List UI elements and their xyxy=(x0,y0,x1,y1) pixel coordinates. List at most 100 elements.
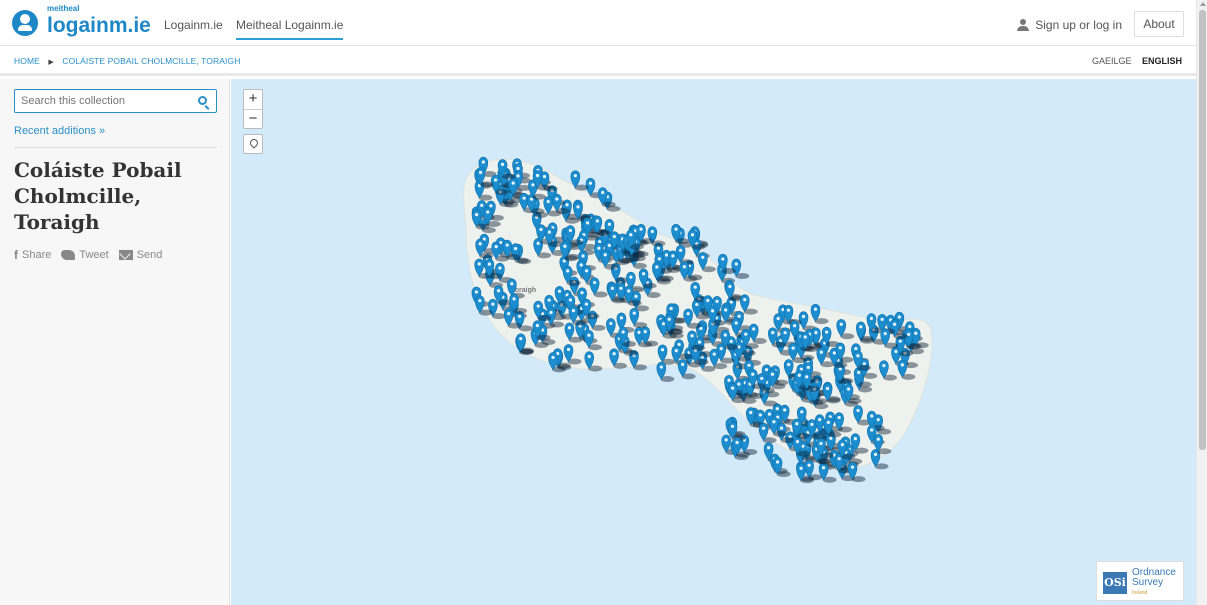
marker-dot xyxy=(697,340,702,344)
send-label: Send xyxy=(136,249,163,261)
marker-dot xyxy=(607,222,612,226)
marker-dot xyxy=(870,414,874,418)
map-view[interactable]: Toraigh Toraigh + − OSi Ordnance Survey … xyxy=(231,79,1196,605)
marker-dot xyxy=(549,310,553,315)
marker-dot xyxy=(821,466,826,470)
marker-dot xyxy=(659,365,663,369)
search-box xyxy=(14,89,217,113)
marker-dot xyxy=(551,355,555,360)
share-mail-button[interactable]: Send xyxy=(118,249,163,261)
marker-dot xyxy=(770,372,775,376)
marker-dot xyxy=(576,205,580,209)
marker-dot xyxy=(660,348,665,352)
marker-dot xyxy=(571,309,576,313)
marker-dot xyxy=(494,245,498,249)
marker-dot xyxy=(686,312,690,316)
marker-dot xyxy=(730,386,735,390)
scrollbar-thumb[interactable] xyxy=(1199,10,1206,450)
marker-dot xyxy=(612,234,616,239)
nav-link-logainm[interactable]: Logainm.ie xyxy=(164,18,223,32)
breadcrumb-home[interactable]: HOME xyxy=(14,56,40,66)
sign-in-label: Sign up or log in xyxy=(1035,18,1122,32)
marker-dot xyxy=(609,321,613,326)
marker-dot xyxy=(494,178,498,182)
scroll-up-icon[interactable] xyxy=(1200,2,1206,6)
marker-dot xyxy=(787,362,791,367)
search-icon[interactable] xyxy=(198,96,207,105)
recent-additions-link[interactable]: Recent additions » xyxy=(14,125,105,137)
marker-dot xyxy=(587,333,591,337)
marker-dot xyxy=(752,327,756,331)
marker-dot xyxy=(799,466,803,470)
marker-dot xyxy=(779,426,784,430)
marker-dot xyxy=(546,199,550,204)
marker-dot xyxy=(516,166,520,171)
osi-attribution[interactable]: OSi Ordnance Survey Ireland xyxy=(1096,561,1184,601)
breadcrumb-bar: HOME ▶ COLÁISTE POBAIL CHOLMCILLE, TORAI… xyxy=(0,46,1196,76)
page-scrollbar[interactable] xyxy=(1196,0,1207,605)
marker-dot xyxy=(505,243,509,247)
osi-line-2: Survey xyxy=(1132,577,1164,588)
marker-dot xyxy=(734,321,738,325)
lang-english[interactable]: ENGLISH xyxy=(1142,56,1182,66)
marker-dot xyxy=(857,370,861,375)
logo-user-icon xyxy=(12,10,38,36)
sidebar: Recent additions » Coláiste Pobail Cholm… xyxy=(0,79,230,605)
zoom-out-button[interactable]: − xyxy=(244,109,262,128)
breadcrumb: HOME ▶ COLÁISTE POBAIL CHOLMCILLE, TORAI… xyxy=(14,56,240,66)
marker-dot xyxy=(510,282,514,286)
marker-dot xyxy=(715,299,719,303)
marker-dot xyxy=(478,170,483,175)
marker-dot xyxy=(853,436,857,441)
marker-dot xyxy=(500,162,505,167)
marker-dot xyxy=(806,365,810,370)
marker-dot xyxy=(535,323,540,328)
marker-dot xyxy=(767,412,772,416)
marker-dot xyxy=(776,316,780,321)
marker-dot xyxy=(832,351,836,355)
site-logo[interactable]: meitheal logainm.ie xyxy=(12,4,151,38)
marker-dot xyxy=(536,304,540,308)
marker-dot xyxy=(825,330,829,334)
marker-dot xyxy=(585,269,589,273)
marker-dot xyxy=(619,316,623,320)
marker-dot xyxy=(555,197,559,201)
marker-dot xyxy=(840,443,844,447)
marker-dot xyxy=(566,347,571,352)
marker-dot xyxy=(775,460,780,464)
marker-dot xyxy=(513,246,518,251)
language-switcher: GAEILGE ENGLISH xyxy=(1084,56,1182,66)
marker-dot xyxy=(882,363,886,368)
zoom-control: + − xyxy=(243,89,263,129)
marker-dot xyxy=(678,248,683,252)
facebook-icon: f xyxy=(14,248,18,262)
marker-dot xyxy=(795,422,799,426)
map-canvas[interactable]: Toraigh Toraigh xyxy=(231,79,1196,605)
marker-dot xyxy=(869,316,874,320)
search-input[interactable] xyxy=(21,93,191,109)
marker-dot xyxy=(727,378,731,382)
share-twitter-button[interactable]: Tweet xyxy=(61,249,109,261)
marker-dot xyxy=(547,230,551,234)
locate-pin-icon[interactable] xyxy=(243,134,263,154)
marker-dot xyxy=(810,422,814,427)
breadcrumb-current[interactable]: COLÁISTE POBAIL CHOLMCILLE, TORAIGH xyxy=(62,56,240,66)
sign-in-link[interactable]: Sign up or log in xyxy=(1017,18,1122,32)
share-facebook-button[interactable]: f Share xyxy=(14,248,51,262)
about-button[interactable]: About xyxy=(1134,11,1184,37)
zoom-in-button[interactable]: + xyxy=(244,90,262,109)
share-label: Share xyxy=(22,249,52,261)
nav-link-meitheal[interactable]: Meitheal Logainm.ie xyxy=(236,18,344,40)
marker-dot xyxy=(914,331,918,335)
lang-irish[interactable]: GAEILGE xyxy=(1092,56,1132,66)
marker-dot xyxy=(643,330,647,334)
marker-dot xyxy=(783,331,787,335)
marker-dot xyxy=(595,219,599,223)
marker-dot xyxy=(880,317,884,321)
marker-dot xyxy=(637,330,641,334)
logo-small-text: meitheal xyxy=(47,4,80,13)
osi-logo-icon: OSi xyxy=(1103,572,1127,594)
marker-dot xyxy=(892,322,897,326)
marker-dot xyxy=(807,463,811,467)
marker-dot xyxy=(579,263,583,267)
